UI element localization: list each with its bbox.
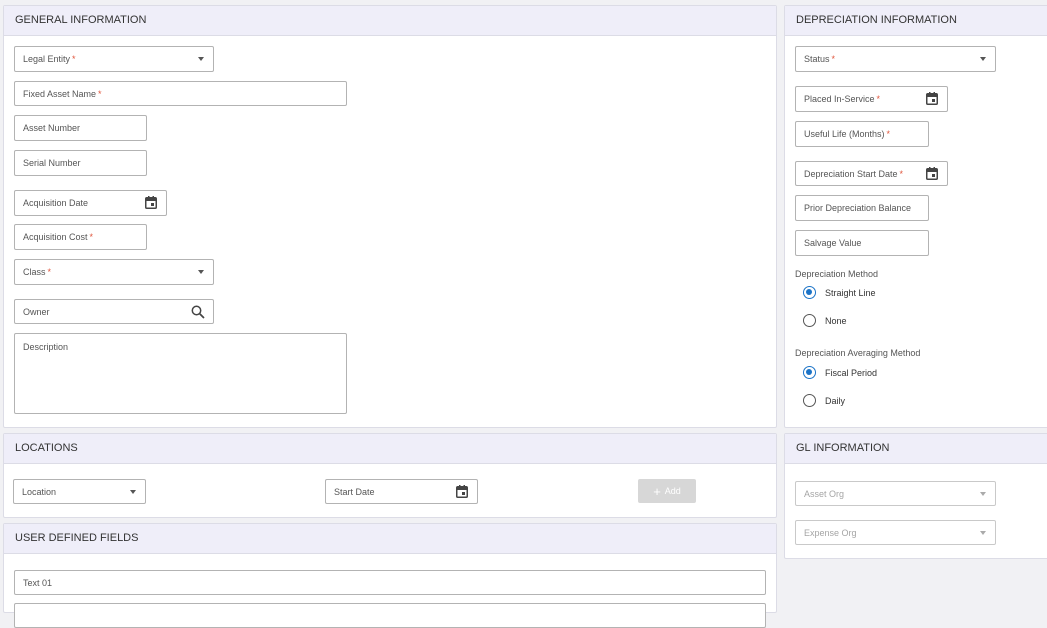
radio-label: Daily — [825, 395, 846, 406]
radio-selected-icon — [803, 366, 816, 379]
legal-entity-select[interactable]: Legal Entity * — [14, 46, 214, 72]
depreciation-averaging-method-label: Depreciation Averaging Method — [795, 348, 921, 358]
fixed-asset-name-label: Fixed Asset Name — [23, 88, 97, 99]
asset-number-field[interactable]: Asset Number — [14, 115, 147, 141]
class-label: Class — [23, 267, 46, 277]
serial-number-label: Serial Number — [23, 158, 81, 168]
chevron-down-icon — [130, 489, 136, 494]
radio-selected-icon — [803, 286, 816, 299]
locations-panel: LOCATIONS Location Start Date + Add — [3, 433, 777, 518]
calendar-icon[interactable] — [145, 196, 157, 209]
asset-org-label: Asset Org — [804, 488, 845, 499]
required-mark: * — [98, 88, 102, 99]
chevron-down-icon — [980, 530, 986, 535]
serial-number-field[interactable]: Serial Number — [14, 150, 147, 176]
chevron-down-icon — [198, 57, 204, 61]
fixed-asset-name-field[interactable]: Fixed Asset Name * — [14, 81, 347, 106]
asset-number-label: Asset Number — [23, 123, 81, 133]
acquisition-cost-label: Acquisition Cost — [23, 232, 88, 242]
chevron-down-icon — [980, 491, 986, 496]
depreciation-start-date-field[interactable]: Depreciation Start Date * — [795, 161, 948, 186]
calendar-icon[interactable] — [926, 92, 938, 105]
legal-entity-label: Legal Entity — [23, 54, 71, 64]
salvage-value-label: Salvage Value — [804, 238, 862, 248]
user-defined-fields-header: USER DEFINED FIELDS — [4, 524, 776, 554]
depreciation-start-date-label: Depreciation Start Date — [804, 168, 898, 179]
locations-header: LOCATIONS — [4, 434, 776, 464]
general-information-header: GENERAL INFORMATION — [4, 6, 776, 36]
depreciation-method-label: Depreciation Method — [795, 269, 879, 279]
chevron-down-icon — [980, 57, 986, 61]
radio-unselected-icon — [803, 314, 816, 327]
general-information-panel: GENERAL INFORMATION Legal Entity * Fixed … — [3, 5, 777, 428]
radio-straight-line[interactable]: Straight Line — [803, 286, 876, 299]
placed-in-service-label: Placed In-Service — [804, 94, 875, 104]
required-mark: * — [831, 54, 836, 64]
required-mark: * — [47, 267, 52, 277]
text01-field[interactable]: Text 01 — [14, 570, 766, 595]
add-button-label: Add — [664, 486, 681, 496]
search-icon[interactable] — [191, 305, 205, 319]
owner-lookup-field[interactable]: Owner — [14, 299, 214, 324]
radio-daily[interactable]: Daily — [803, 394, 845, 407]
depreciation-information-panel: DEPRECIATION INFORMATION Status * Placed … — [784, 5, 1047, 428]
text01-label: Text 01 — [23, 577, 53, 588]
useful-life-field[interactable]: Useful Life (Months) * — [795, 121, 929, 147]
calendar-icon[interactable] — [456, 484, 468, 498]
radio-fiscal-period[interactable]: Fiscal Period — [803, 366, 877, 379]
plus-icon: + — [653, 483, 661, 499]
gl-information-header: GL INFORMATION — [785, 434, 1047, 464]
start-date-field[interactable]: Start Date — [325, 479, 478, 504]
description-textarea[interactable]: Description — [14, 333, 347, 414]
add-location-button[interactable]: + Add — [638, 479, 696, 503]
placed-in-service-field[interactable]: Placed In-Service * — [795, 86, 948, 112]
acquisition-cost-field[interactable]: Acquisition Cost * — [14, 224, 147, 250]
radio-none[interactable]: None — [803, 314, 847, 327]
status-label: Status — [804, 54, 830, 64]
radio-label: Fiscal Period — [825, 367, 878, 378]
prior-depreciation-balance-label: Prior Depreciation Balance — [804, 203, 912, 213]
class-select[interactable]: Class * — [14, 259, 214, 285]
required-mark: * — [72, 54, 76, 64]
required-mark: * — [876, 94, 881, 104]
asset-org-select[interactable]: Asset Org — [795, 481, 996, 506]
location-select[interactable]: Location — [13, 479, 146, 504]
location-label: Location — [22, 486, 57, 497]
radio-unselected-icon — [803, 394, 816, 407]
radio-label: None — [825, 315, 847, 326]
required-mark: * — [89, 232, 94, 242]
prior-depreciation-balance-field[interactable]: Prior Depreciation Balance — [795, 195, 929, 221]
required-mark: * — [886, 129, 891, 139]
description-label: Description — [23, 342, 69, 352]
gl-information-panel: GL INFORMATION Asset Org Expense Org — [784, 433, 1047, 559]
salvage-value-field[interactable]: Salvage Value — [795, 230, 929, 256]
text02-field[interactable] — [14, 603, 766, 628]
user-defined-fields-panel: USER DEFINED FIELDS Text 01 — [3, 523, 777, 628]
status-select[interactable]: Status * — [795, 46, 996, 72]
acquisition-date-label: Acquisition Date — [23, 198, 89, 208]
calendar-icon[interactable] — [926, 166, 938, 180]
start-date-label: Start Date — [334, 486, 375, 497]
expense-org-label: Expense Org — [804, 527, 857, 538]
depreciation-information-header: DEPRECIATION INFORMATION — [785, 6, 1047, 36]
useful-life-label: Useful Life (Months) — [804, 129, 885, 139]
acquisition-date-field[interactable]: Acquisition Date — [14, 190, 167, 216]
chevron-down-icon — [198, 270, 204, 274]
radio-label: Straight Line — [825, 287, 876, 298]
expense-org-select[interactable]: Expense Org — [795, 520, 996, 545]
required-mark: * — [899, 168, 904, 179]
owner-label: Owner — [23, 306, 50, 317]
